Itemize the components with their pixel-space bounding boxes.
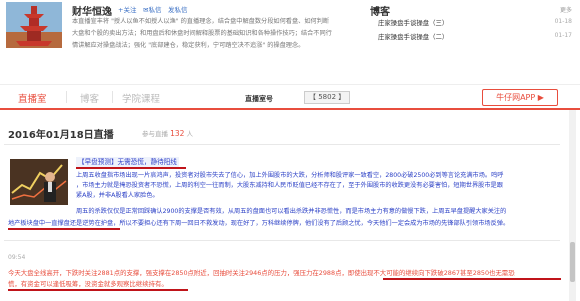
follow-button[interactable]: +关注 bbox=[118, 4, 136, 14]
nav-divider bbox=[66, 91, 67, 103]
divider bbox=[4, 240, 560, 241]
blog-panel-title: 博客 bbox=[370, 7, 390, 18]
post-line: 周五的杀跌仅仅是正常回踩确认2900的支撑是否有效，从周五的盘面也可以看出杀跌并… bbox=[76, 208, 507, 215]
post-line: 慌，有资金可以逢低吸筹，没资金就多观察比继续持有。 bbox=[8, 280, 168, 288]
intro-line: 情讲解应对操盘战法；强化 "底部建仓，稳定获利，宁可踏空决不追涨" 的操盘理念。 bbox=[72, 41, 305, 49]
scrollbar[interactable] bbox=[569, 110, 576, 301]
presenter-chart-icon bbox=[10, 159, 68, 205]
blog-item-date: 01-17 bbox=[554, 32, 572, 39]
room-number: 【 5802 】 bbox=[304, 91, 351, 104]
participants-label: 参与直播 bbox=[142, 130, 168, 138]
app-download-button[interactable]: 牛仔网APP ▶ bbox=[482, 89, 558, 106]
post-line: 上周五收盘指市场出现一片哀鸿声，投资者对股市失去了信心，加上外围股市的大跌，分析… bbox=[76, 172, 504, 179]
red-underline bbox=[8, 228, 120, 230]
post-headline: 【早盘预测】无需恐慌，静待阳线 bbox=[76, 157, 179, 167]
divider bbox=[4, 144, 560, 145]
live-date-title: 2016年01月18日直播 bbox=[8, 130, 114, 141]
post-line: 紧A股，并非A股看人家脸色。 bbox=[76, 192, 159, 199]
post-line: 今天大盘全线高开，下跌时关注2881点的支撑，强支撑在2850点附近，回抽时关注… bbox=[8, 269, 515, 277]
send-message-button[interactable]: 发私信 bbox=[168, 4, 188, 14]
post-image[interactable] bbox=[10, 159, 68, 205]
host-header: 财华恒逸 +关注 ✉私信 发私信 本直播宣丰将 "授人以鱼不如授人以渔" 的直播… bbox=[0, 0, 580, 76]
tab-live-room[interactable]: 直播室 bbox=[18, 91, 47, 105]
pavilion-icon bbox=[16, 6, 52, 46]
post-time: 09:54 bbox=[8, 254, 26, 261]
scroll-thumb[interactable] bbox=[570, 242, 575, 282]
post-line: ，市场主力就是掩恐投资者不恐慌，上周的利空一往而制，大股东减持和人民币贬值已经不… bbox=[76, 182, 503, 189]
host-intro: 本直播宣丰将 "授人以鱼不如授人以渔" 的直播理念，结合盘中解盘数分段如何看盘、… bbox=[72, 16, 342, 51]
post-line: 地产板块盘中一直撑盘还是逆势在护盘，所以不要担心还有下周一回日不救发动，现在好了… bbox=[8, 220, 510, 227]
participants-number: 132 bbox=[170, 129, 185, 138]
intro-line: 大盘和个股的卖出方法；和用盘后和休盘时间解释股票的基础知识和各种操作技巧；结合不… bbox=[72, 29, 332, 37]
blog-item-date: 01-18 bbox=[554, 18, 572, 25]
participants-count: 参与直播 132 人 bbox=[142, 128, 193, 138]
red-underline bbox=[76, 167, 186, 169]
red-underline bbox=[8, 289, 188, 291]
host-avatar[interactable] bbox=[6, 2, 62, 48]
blog-panel: 博客 更多 庄家操盘手谈操盘（三） 01-18 庄家操盘手谈操盘（二） 01-1… bbox=[366, 1, 576, 45]
main-nav: 直播室 博客 学院课程 直播室号 【 5802 】 牛仔网APP ▶ bbox=[0, 84, 580, 110]
message-button[interactable]: ✉私信 bbox=[143, 4, 161, 14]
blog-item[interactable]: 庄家操盘手谈操盘（二） bbox=[378, 32, 448, 41]
room-label: 直播室号 bbox=[245, 95, 273, 103]
tab-blog[interactable]: 博客 bbox=[80, 91, 99, 105]
tab-courses[interactable]: 学院课程 bbox=[122, 91, 160, 105]
intro-line: 本直播宣丰将 "授人以鱼不如授人以渔" 的直播理念，结合盘中解盘数分段如何看盘、… bbox=[72, 18, 330, 25]
participants-unit: 人 bbox=[186, 130, 193, 138]
blog-more-link[interactable]: 更多 bbox=[560, 5, 572, 14]
blog-item[interactable]: 庄家操盘手谈操盘（三） bbox=[378, 18, 448, 27]
nav-divider bbox=[112, 91, 113, 103]
